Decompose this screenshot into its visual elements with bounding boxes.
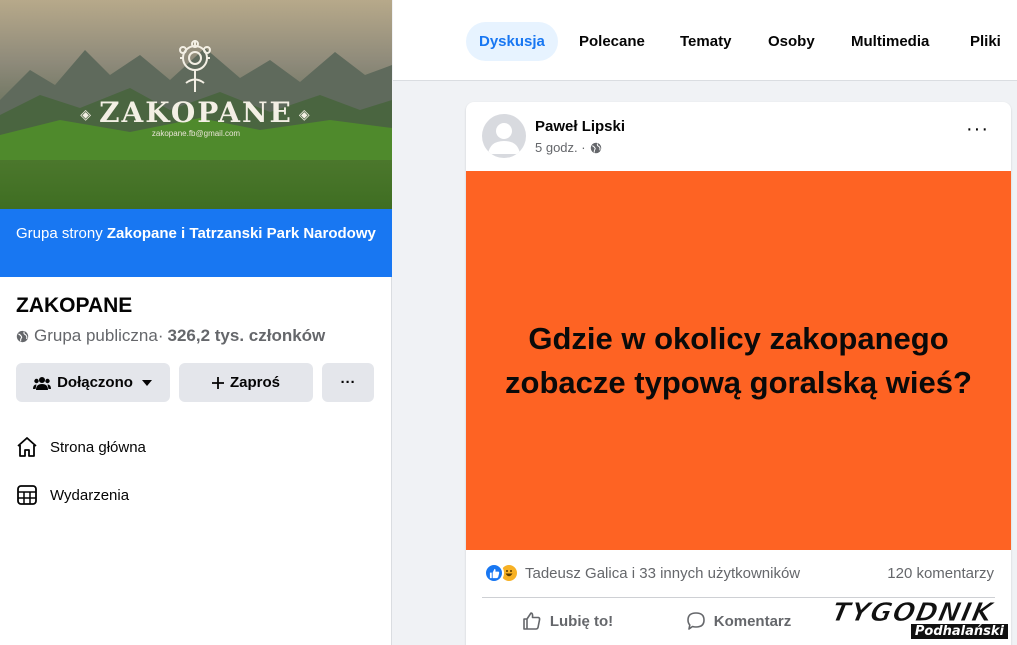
invite-button[interactable]: Zaproś (179, 363, 313, 402)
cover-title: ◈ ZAKOPANE ◈ (80, 96, 312, 129)
group-sidebar: ◈ ZAKOPANE ◈ zakopane.fb@gmail.com Grupa s… (0, 0, 392, 645)
comment-button[interactable]: Komentarz (653, 599, 824, 643)
tab-files[interactable]: Pliki (957, 22, 1014, 61)
group-cover-photo[interactable]: ◈ ZAKOPANE ◈ zakopane.fb@gmail.com (0, 0, 392, 209)
globe-icon (16, 330, 29, 342)
group-name[interactable]: ZAKOPANE (16, 294, 132, 318)
group-tabs: Dyskusja Polecane Tematy Osoby Multimedi… (393, 0, 1017, 81)
members-count[interactable]: 326,2 tys. członków (167, 326, 325, 346)
sidebar-item-label: Strona główna (50, 438, 146, 456)
comment-icon (686, 612, 705, 630)
group-meta: Grupa publiczna · 326,2 tys. członków (16, 326, 325, 346)
post-author[interactable]: Paweł Lipski (535, 118, 625, 135)
tab-topics[interactable]: Tematy (667, 22, 744, 61)
cover-email: zakopane.fb@gmail.com (151, 129, 241, 138)
caret-down-icon (141, 379, 152, 386)
avatar[interactable] (482, 114, 526, 158)
plus-icon (211, 376, 224, 389)
comments-count[interactable]: 120 komentarzy (887, 565, 994, 582)
post-timestamp[interactable]: 5 godz. · (535, 140, 602, 155)
watermark-bottom: Podhalański (910, 624, 1008, 639)
home-icon (17, 437, 37, 457)
globe-icon (590, 142, 601, 153)
ornament-icon: ◈ (80, 106, 94, 123)
more-options-button[interactable]: ··· (322, 363, 374, 402)
post-card: Paweł Lipski 5 godz. · ··· Gdzie w okoli… (466, 102, 1011, 645)
tab-people[interactable]: Osoby (755, 22, 828, 61)
banner-prefix: Grupa strony (16, 225, 107, 242)
tab-discussion[interactable]: Dyskusja (466, 22, 558, 61)
reactions-text: Tadeusz Galica i 33 innych użytkowników (525, 564, 801, 582)
tab-featured[interactable]: Polecane (566, 22, 658, 61)
post-menu-button[interactable]: ··· (966, 119, 989, 139)
group-actions: Dołączono Zaproś ··· (16, 363, 374, 402)
reaction-icons (484, 563, 519, 583)
banner-page-link[interactable]: Zakopane i Tatrzanski Park Narodowy (107, 225, 376, 242)
meta-separator: · (157, 326, 164, 345)
post-text: Gdzie w okolicy zakopanego zobacze typow… (505, 320, 972, 400)
sidebar-item-home[interactable]: Strona główna (16, 436, 146, 458)
sidebar-item-events[interactable]: Wydarzenia (16, 484, 129, 506)
ornament-icon: ◈ (298, 106, 312, 123)
post-text-background[interactable]: Gdzie w okolicy zakopanego zobacze typow… (466, 171, 1011, 550)
joined-label: Dołączono (57, 374, 133, 391)
calendar-grid-icon (17, 485, 37, 505)
tygodnik-podhalanski-watermark: TYGODNIK Podhalański (828, 598, 1014, 643)
post-time-text: 5 godz. · (535, 140, 586, 155)
like-reaction-icon (484, 563, 504, 583)
sidebar-item-label: Wydarzenia (50, 486, 130, 504)
more-options-label: ··· (340, 374, 356, 391)
group-page-banner: Grupa strony Zakopane i Tatrzanski Park … (0, 209, 392, 277)
default-avatar-icon (488, 123, 520, 154)
joined-button[interactable]: Dołączono (16, 363, 170, 402)
like-button[interactable]: Lubię to! (482, 599, 653, 643)
invite-label: Zaproś (229, 374, 280, 391)
group-type: Grupa publiczna (34, 326, 158, 345)
tab-media[interactable]: Multimedia (838, 22, 942, 61)
reactions-summary[interactable]: Tadeusz Galica i 33 innych użytkowników (484, 563, 800, 583)
comment-label: Komentarz (713, 612, 792, 630)
like-label: Lubię to! (549, 612, 614, 630)
flower-logo-icon (179, 40, 211, 92)
thumbs-up-icon (523, 612, 541, 630)
people-icon (33, 376, 52, 390)
